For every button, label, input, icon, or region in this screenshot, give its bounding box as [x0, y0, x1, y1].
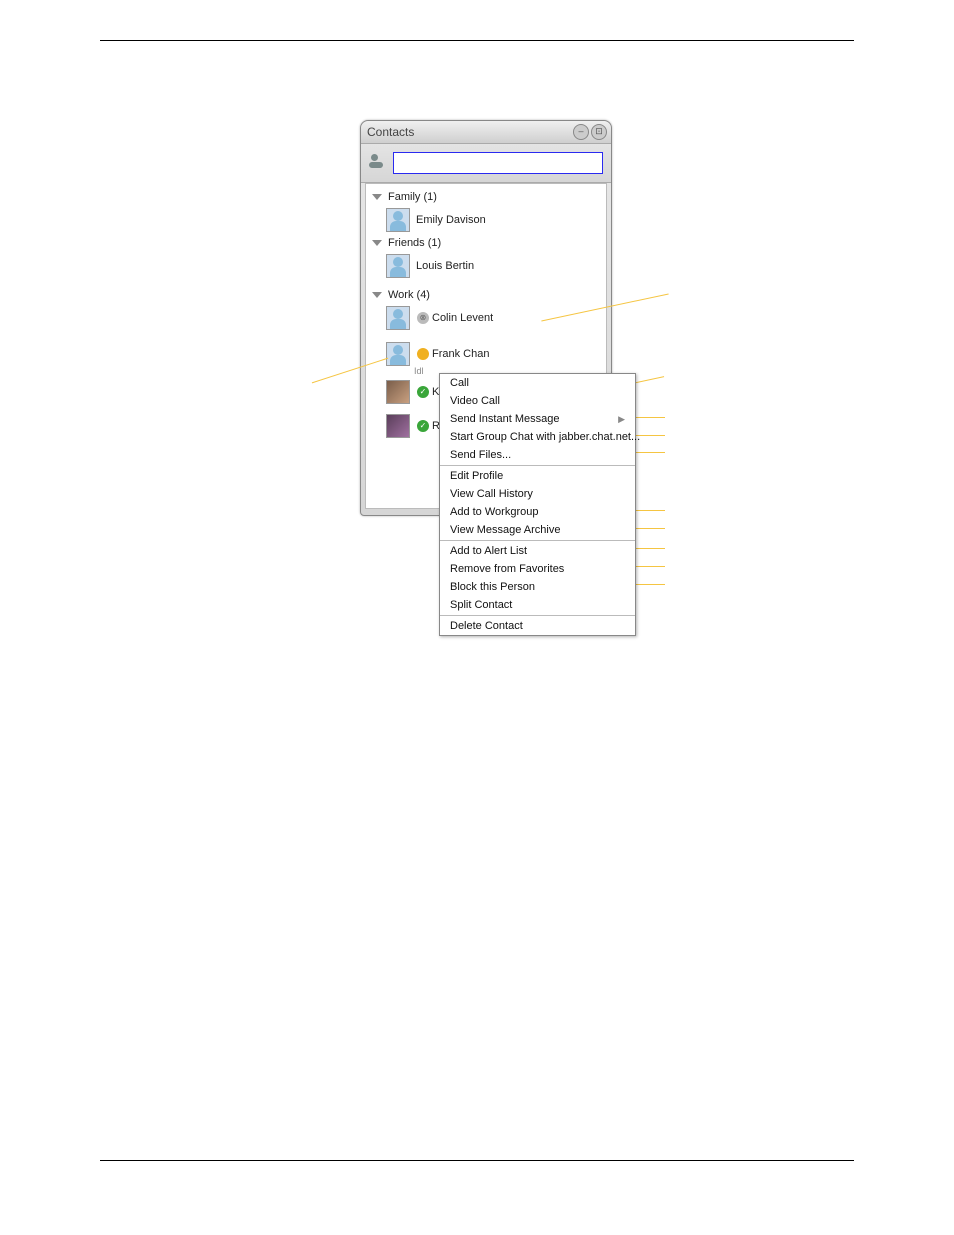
- menu-item-alert-list[interactable]: Add to Alert List: [440, 542, 635, 560]
- menu-item-send-files[interactable]: Send Files...: [440, 446, 635, 464]
- avatar: [386, 380, 410, 404]
- menu-separator: [440, 615, 635, 616]
- menu-item-message-archive[interactable]: View Message Archive: [440, 521, 635, 539]
- group-count: (1): [428, 237, 441, 249]
- menu-item-label: Delete Contact: [450, 620, 523, 632]
- contact-name: Louis Bertin: [416, 260, 474, 272]
- menu-item-label: Video Call: [450, 395, 500, 407]
- menu-item-call[interactable]: Call: [440, 374, 635, 392]
- menu-item-delete[interactable]: Delete Contact: [440, 617, 635, 635]
- minimize-button[interactable]: –: [573, 124, 589, 140]
- menu-item-add-workgroup[interactable]: Add to Workgroup: [440, 503, 635, 521]
- menu-item-split[interactable]: Split Contact: [440, 596, 635, 614]
- chevron-down-icon: [372, 292, 382, 298]
- context-menu: Call Video Call Send Instant Message ▶ St…: [439, 373, 636, 636]
- menu-item-label: View Message Archive: [450, 524, 560, 536]
- contact-row[interactable]: ⊗ Colin Levent: [366, 304, 606, 332]
- contact-name: Frank Chan: [432, 348, 489, 360]
- menu-separator: [440, 465, 635, 466]
- menu-item-label: Add to Alert List: [450, 545, 527, 557]
- group-name: Work: [388, 289, 413, 301]
- menu-item-label: Add to Workgroup: [450, 506, 538, 518]
- contact-row[interactable]: Louis Bertin: [366, 252, 606, 280]
- avatar: [386, 306, 410, 330]
- menu-item-label: Remove from Favorites: [450, 563, 564, 575]
- submenu-arrow-icon: ▶: [618, 414, 625, 425]
- avatar: [386, 414, 410, 438]
- chevron-down-icon: [372, 194, 382, 200]
- chevron-down-icon: [372, 240, 382, 246]
- status-online-icon: ✓: [416, 419, 430, 433]
- menu-item-label: Send Files...: [450, 449, 511, 461]
- status-offline-icon: ⊗: [416, 311, 430, 325]
- status-idle-icon: [416, 347, 430, 361]
- menu-item-group-chat[interactable]: Start Group Chat with jabber.chat.net...: [440, 428, 635, 446]
- group-name: Friends: [388, 237, 425, 249]
- menu-item-label: Edit Profile: [450, 470, 503, 482]
- group-header-friends[interactable]: Friends (1): [366, 234, 606, 252]
- menu-item-edit-profile[interactable]: Edit Profile: [440, 467, 635, 485]
- contact-name: Colin Levent: [432, 312, 493, 324]
- menu-item-call-history[interactable]: View Call History: [440, 485, 635, 503]
- menu-item-label: Block this Person: [450, 581, 535, 593]
- contact-row[interactable]: Emily Davison: [366, 206, 606, 234]
- search-bar: [361, 144, 611, 183]
- menu-item-label: View Call History: [450, 488, 533, 500]
- menu-item-label: Split Contact: [450, 599, 512, 611]
- menu-item-label: Call: [450, 377, 469, 389]
- search-input[interactable]: [393, 152, 603, 174]
- menu-separator: [440, 540, 635, 541]
- person-icon: [369, 154, 387, 172]
- contact-name: Emily Davison: [416, 214, 486, 226]
- close-button[interactable]: ⊡: [591, 124, 607, 140]
- menu-item-label: Start Group Chat with jabber.chat.net...: [450, 431, 640, 443]
- contact-row[interactable]: Frank Chan: [366, 340, 606, 368]
- status-online-icon: ✓: [416, 385, 430, 399]
- avatar: [386, 254, 410, 278]
- group-header-work[interactable]: Work (4): [366, 286, 606, 304]
- menu-item-block[interactable]: Block this Person: [440, 578, 635, 596]
- group-count: (4): [417, 289, 430, 301]
- group-count: (1): [423, 191, 436, 203]
- menu-item-remove-favorites[interactable]: Remove from Favorites: [440, 560, 635, 578]
- menu-item-send-im[interactable]: Send Instant Message ▶: [440, 410, 635, 428]
- window-title: Contacts: [367, 125, 414, 139]
- group-header-family[interactable]: Family (1): [366, 188, 606, 206]
- titlebar[interactable]: Contacts – ⊡: [361, 121, 611, 144]
- group-name: Family: [388, 191, 420, 203]
- menu-item-video-call[interactable]: Video Call: [440, 392, 635, 410]
- menu-item-label: Send Instant Message: [450, 413, 559, 425]
- avatar: [386, 208, 410, 232]
- page-divider-bottom: [100, 1160, 854, 1161]
- page-divider-top: [100, 40, 854, 41]
- avatar: [386, 342, 410, 366]
